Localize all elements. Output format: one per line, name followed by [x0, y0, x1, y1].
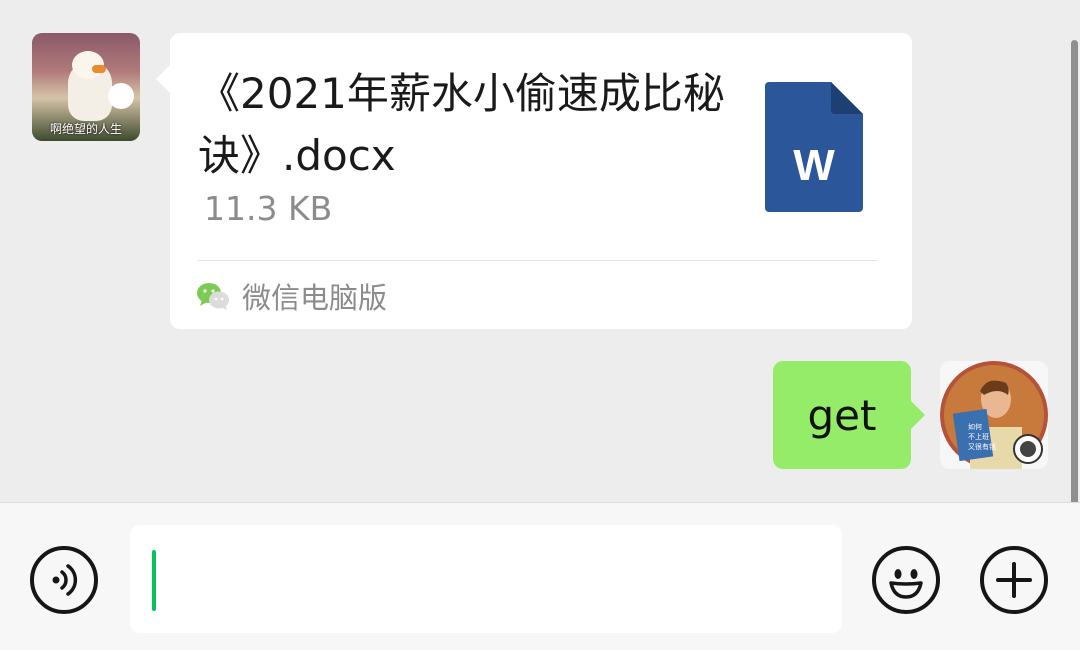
book-text-line-3: 又很有钱	[968, 442, 996, 451]
plus-icon	[996, 562, 1032, 598]
voice-icon	[52, 564, 78, 596]
sender-avatar[interactable]: 啊绝望的人生	[32, 33, 140, 141]
file-size: 11.3 KB	[204, 189, 333, 228]
more-button[interactable]	[980, 546, 1048, 614]
voice-button[interactable]	[30, 546, 98, 614]
book-text-line-1: 如何	[968, 422, 982, 431]
outgoing-message-bubble[interactable]: get	[773, 361, 925, 469]
file-message-bubble[interactable]: 《2021年薪水小偷速成比秘诀》.docx 11.3 KB W 微信电脑版	[156, 33, 912, 329]
reading-man-avatar-icon: 如何 不上班 又很有钱	[940, 361, 1048, 469]
ball	[108, 83, 134, 109]
source-label: 微信电脑版	[242, 281, 388, 315]
word-document-icon: W	[765, 82, 863, 212]
emoji-icon	[889, 569, 923, 599]
emoji-button[interactable]	[872, 546, 940, 614]
book-text-line-2: 不上班	[968, 432, 989, 441]
text-caret	[152, 550, 156, 611]
wechat-icon	[197, 283, 229, 310]
file-divider	[198, 260, 878, 261]
input-bar	[0, 502, 1080, 650]
message-input[interactable]	[130, 525, 842, 633]
source-row: 微信电脑版	[196, 273, 387, 319]
word-icon-letter: W	[793, 141, 835, 190]
duck-beak	[92, 65, 106, 73]
avatar-caption: 啊绝望的人生	[49, 122, 122, 136]
my-avatar[interactable]: 如何 不上班 又很有钱	[940, 361, 1048, 469]
outgoing-message-text: get	[807, 390, 877, 440]
chat-area: 啊绝望的人生 《2021年薪水小偷速成比秘诀》.docx 11.3 KB W 微…	[0, 0, 1080, 510]
scrollbar[interactable]	[1071, 40, 1078, 510]
file-name: 《2021年薪水小偷速成比秘诀》.docx	[198, 69, 725, 180]
